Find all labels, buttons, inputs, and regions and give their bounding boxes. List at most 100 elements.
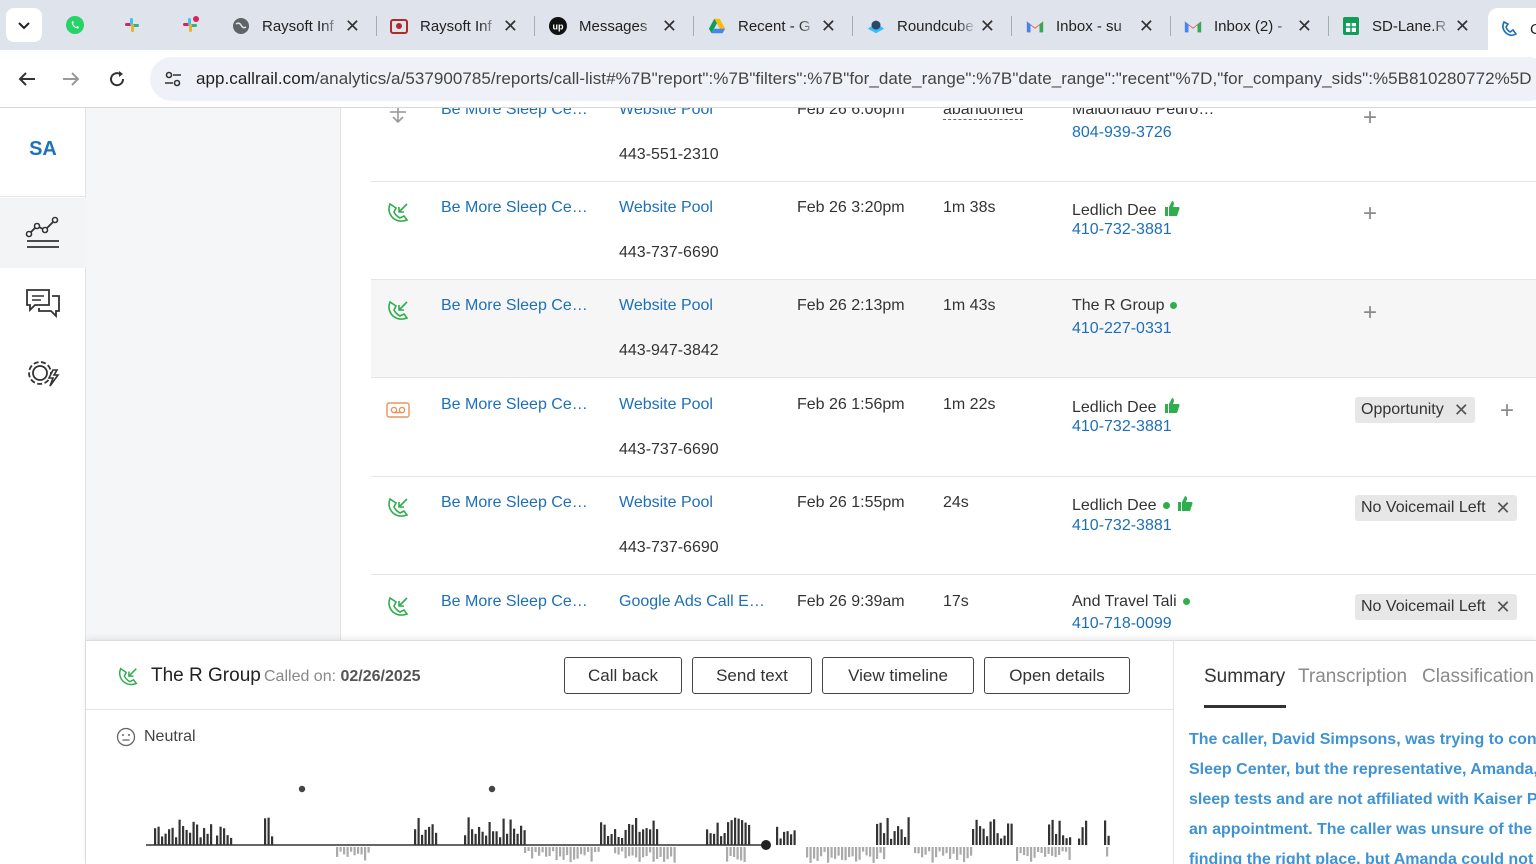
browser-tab[interactable]: up Messages ✕ xyxy=(537,8,687,44)
waveform-bar-channel-2 xyxy=(862,847,865,852)
close-icon[interactable]: ✕ xyxy=(1496,498,1511,519)
playhead-handle[interactable] xyxy=(761,840,771,850)
call-row[interactable]: Be More Sleep Ce… Website Pool 443-737-6… xyxy=(371,379,1536,477)
close-icon[interactable]: ✕ xyxy=(662,17,677,35)
waveform-bar-channel-2 xyxy=(806,847,809,858)
call-row[interactable]: Be More Sleep Ce… Google Ads Call E… Feb… xyxy=(371,576,1536,640)
caller-number[interactable]: 410-732-3881 xyxy=(1072,517,1172,535)
waveform-bar-channel-2 xyxy=(869,847,872,857)
active-tab-indicator xyxy=(1204,705,1286,708)
caller-number[interactable]: 410-718-0099 xyxy=(1072,615,1172,633)
waveform-bar xyxy=(1085,820,1088,845)
back-button[interactable] xyxy=(12,64,42,94)
company-link[interactable]: Be More Sleep Ce… xyxy=(441,494,588,512)
close-icon[interactable]: ✕ xyxy=(980,17,995,35)
site-settings-icon[interactable] xyxy=(162,68,184,90)
address-bar[interactable]: app.callrail.com/analytics/a/537900785/r… xyxy=(150,57,1536,101)
waveform-bar xyxy=(1104,820,1107,845)
waveform-bar xyxy=(513,828,516,845)
tag-chip: Opportunity ✕ xyxy=(1355,397,1475,423)
pinned-tab-whatsapp[interactable] xyxy=(60,10,90,40)
call-row[interactable]: Be More Sleep Ce… Website Pool 443-737-6… xyxy=(371,477,1536,575)
url-text: app.callrail.com/analytics/a/537900785/r… xyxy=(196,69,1532,89)
close-icon[interactable]: ✕ xyxy=(1139,17,1154,35)
waveform-bar-channel-2 xyxy=(942,847,945,856)
tab-search-button[interactable] xyxy=(6,8,42,42)
pinned-tab-slack[interactable] xyxy=(117,10,147,40)
browser-tab-active[interactable]: C xyxy=(1488,8,1536,50)
browser-tab[interactable]: Raysoft Inf ✕ xyxy=(220,8,370,44)
open-details-button[interactable]: Open details xyxy=(984,657,1130,694)
forward-button[interactable] xyxy=(56,64,86,94)
status-dot xyxy=(1170,302,1178,310)
call-datetime: Feb 26 3:20pm xyxy=(797,199,905,216)
close-icon[interactable]: ✕ xyxy=(503,17,518,35)
source-link[interactable]: Website Pool xyxy=(619,396,713,414)
company-link[interactable]: Be More Sleep Ce… xyxy=(441,108,588,119)
nav-conversations[interactable] xyxy=(0,268,86,338)
company-link[interactable]: Be More Sleep Ce… xyxy=(441,199,588,217)
browser-tab[interactable]: Recent - G ✕ xyxy=(696,8,846,44)
caller-number[interactable]: 410-732-3881 xyxy=(1072,418,1172,436)
company-link[interactable]: Be More Sleep Ce… xyxy=(441,297,588,315)
waveform-bar-channel-2 xyxy=(624,847,627,859)
waveform-bar-channel-2 xyxy=(1051,847,1054,856)
reload-button[interactable] xyxy=(102,64,132,94)
waveform-bar-channel-2 xyxy=(952,847,955,854)
audio-waveform[interactable] xyxy=(146,781,1116,864)
add-tag-icon[interactable]: + xyxy=(1500,399,1514,423)
company-link[interactable]: Be More Sleep Ce… xyxy=(441,593,588,611)
waveform-marker[interactable] xyxy=(488,785,496,793)
tab-classification[interactable]: Classification xyxy=(1422,666,1534,688)
caller-number[interactable]: 410-732-3881 xyxy=(1072,221,1172,239)
call-datetime: Feb 26 9:39am xyxy=(797,593,905,610)
close-icon[interactable]: ✕ xyxy=(821,17,836,35)
browser-tab[interactable]: Inbox (2) - ✕ xyxy=(1172,8,1322,44)
close-icon[interactable]: ✕ xyxy=(1455,17,1470,35)
call-row-selected[interactable]: Be More Sleep Ce… Website Pool 443-947-3… xyxy=(371,280,1536,378)
close-icon[interactable]: ✕ xyxy=(345,17,360,35)
close-icon[interactable]: ✕ xyxy=(1297,17,1312,35)
pinned-tab-slack-2[interactable] xyxy=(175,10,205,40)
add-tag-icon[interactable]: + xyxy=(1363,108,1377,130)
neutral-face-icon xyxy=(116,727,136,747)
waveform-bar xyxy=(737,818,740,845)
nav-analytics[interactable] xyxy=(0,198,86,268)
browser-tab[interactable]: SD-Lane.R ✕ xyxy=(1330,8,1480,44)
close-icon[interactable]: ✕ xyxy=(1496,597,1511,618)
source-link[interactable]: Website Pool xyxy=(619,297,713,315)
caller-number[interactable]: 410-227-0331 xyxy=(1072,320,1172,338)
call-back-button[interactable]: Call back xyxy=(564,657,682,694)
caller-name: Maldonado Pedro… xyxy=(1072,108,1215,118)
summary-line: Sleep Center, but the representative, Am… xyxy=(1189,761,1536,778)
browser-tab[interactable]: Roundcube ✕ xyxy=(855,8,1005,44)
add-tag-icon[interactable]: + xyxy=(1363,202,1377,226)
send-text-button[interactable]: Send text xyxy=(692,657,812,694)
company-link[interactable]: Be More Sleep Ce… xyxy=(441,396,588,414)
add-tag-icon[interactable]: + xyxy=(1363,301,1377,325)
waveform-bar-channel-2 xyxy=(583,847,586,856)
nav-settings[interactable] xyxy=(0,338,86,408)
account-initials[interactable]: SA xyxy=(0,138,86,161)
waveform-bar xyxy=(216,835,219,845)
browser-tab[interactable]: Raysoft Inf ✕ xyxy=(378,8,528,44)
waveform-marker[interactable] xyxy=(298,785,306,793)
waveform-bar xyxy=(1003,835,1006,845)
close-icon[interactable]: ✕ xyxy=(1454,400,1469,421)
call-row[interactable]: Be More Sleep Ce… Website Pool 443-737-6… xyxy=(371,182,1536,280)
called-on: Called on: 02/26/2025 xyxy=(264,668,421,686)
source-link[interactable]: Website Pool xyxy=(619,108,713,119)
callrail-icon xyxy=(1500,20,1518,38)
source-link[interactable]: Website Pool xyxy=(619,494,713,512)
source-link[interactable]: Google Ads Call E… xyxy=(619,593,765,611)
source-link[interactable]: Website Pool xyxy=(619,199,713,217)
waveform-bar-channel-2 xyxy=(628,847,631,857)
caller-number[interactable]: 804-939-3726 xyxy=(1072,124,1172,142)
view-timeline-button[interactable]: View timeline xyxy=(822,657,974,694)
incoming-call-icon xyxy=(388,596,409,616)
browser-tab[interactable]: Inbox - su ✕ xyxy=(1014,8,1164,44)
status-dot xyxy=(1182,598,1190,606)
call-row[interactable]: Be More Sleep Ce… Website Pool 443-551-2… xyxy=(371,108,1536,182)
tab-summary[interactable]: Summary xyxy=(1204,666,1285,688)
tab-transcription[interactable]: Transcription xyxy=(1298,666,1407,688)
